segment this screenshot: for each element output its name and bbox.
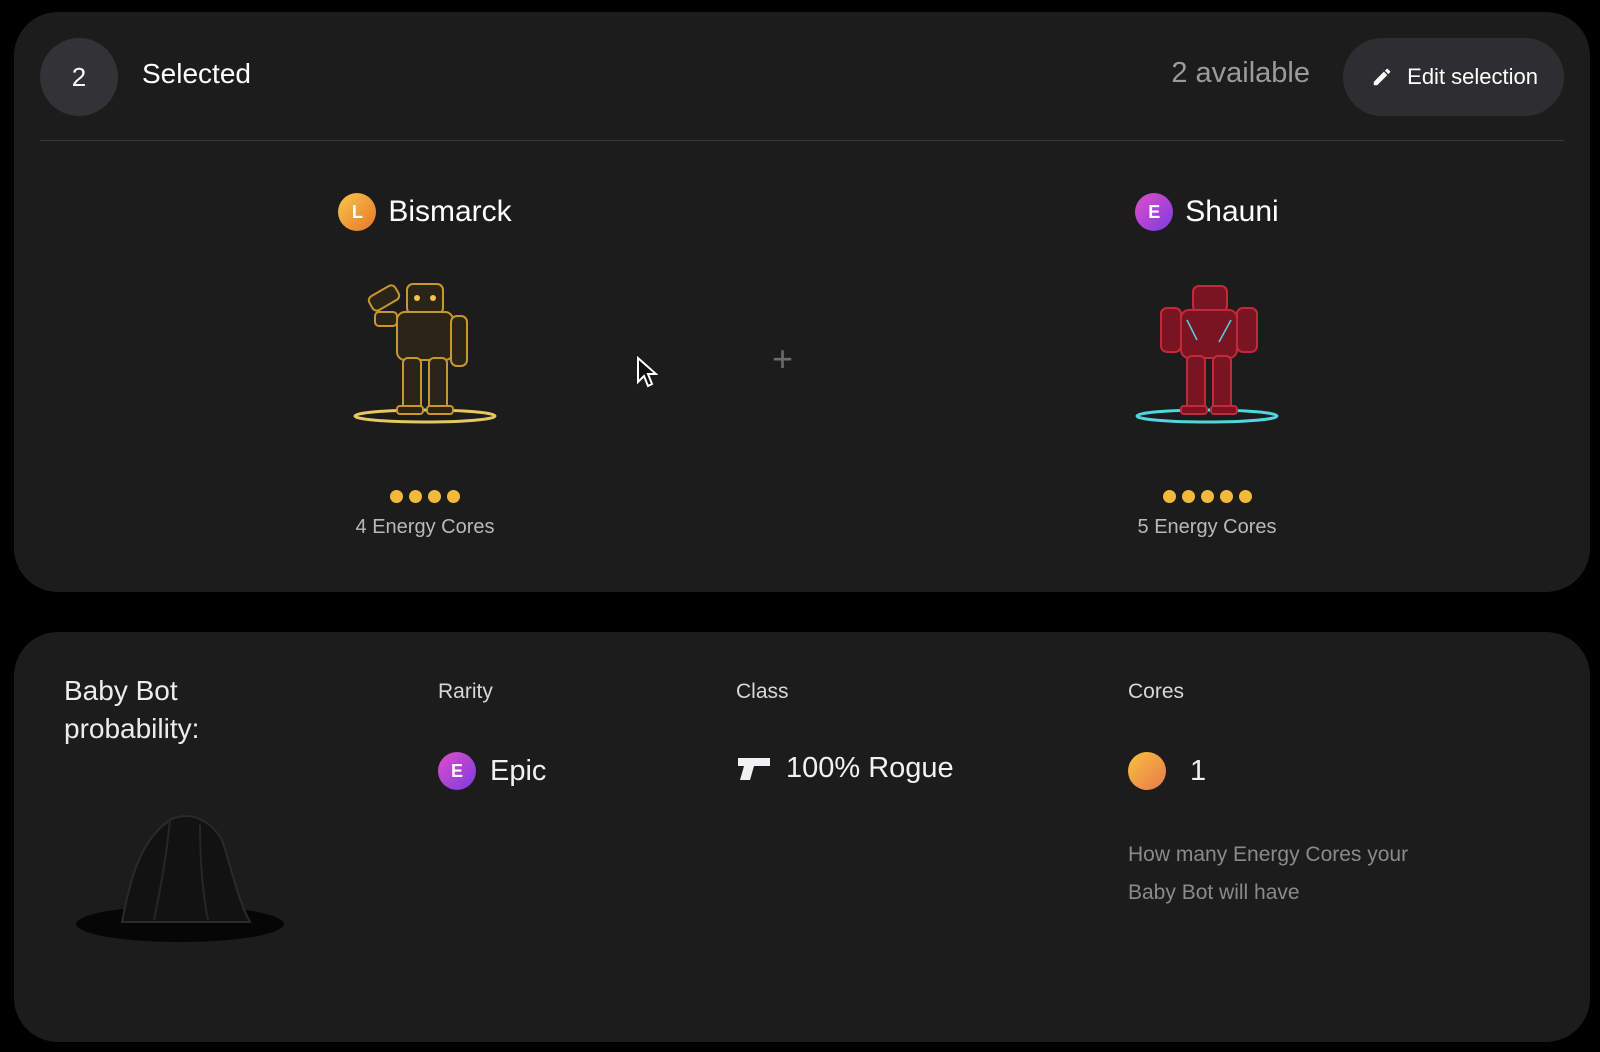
selection-panel: 2 Selected 2 available Edit selection L … bbox=[14, 12, 1590, 592]
selected-label: Selected bbox=[142, 58, 251, 89]
rarity-value-text: Epic bbox=[490, 754, 547, 787]
cores-value: 1 bbox=[1128, 752, 1206, 790]
energy-core-dot bbox=[428, 490, 441, 503]
energy-core-dot bbox=[1219, 490, 1233, 503]
robot-figure-icon bbox=[353, 283, 497, 424]
plus-icon: + bbox=[772, 338, 794, 379]
robot-figure-icon bbox=[1135, 285, 1279, 424]
covered-bot-icon bbox=[76, 815, 284, 942]
probability-panel: Baby Bot probability: Rarity Class Cores… bbox=[14, 632, 1590, 1042]
energy-core-dot bbox=[390, 490, 403, 503]
energy-cores-label: 5 Energy Cores bbox=[1137, 516, 1277, 538]
probability-title: Baby Bot probability: bbox=[64, 675, 200, 744]
bot-name: Bismarck bbox=[388, 195, 512, 228]
bot-card-shauni[interactable]: E Shauni 5 Energy Cores bbox=[1047, 192, 1367, 539]
energy-core-dot bbox=[447, 490, 460, 503]
cores-help-text: How many Energy Cores your Baby Bot will… bbox=[1128, 843, 1409, 904]
mouse-cursor-icon bbox=[637, 356, 658, 388]
cores-column-label: Cores bbox=[1128, 680, 1185, 703]
rarity-column-label: Rarity bbox=[438, 680, 493, 703]
edit-selection-button[interactable]: Edit selection bbox=[1343, 38, 1564, 116]
energy-cores-label: 4 Energy Cores bbox=[355, 516, 495, 538]
energy-core-dot bbox=[1181, 490, 1195, 503]
selected-count-badge: 2 bbox=[40, 38, 118, 116]
class-value-text: 100% Rogue bbox=[786, 752, 954, 784]
epic-rarity-icon: E bbox=[438, 752, 476, 790]
available-count-text: 2 available bbox=[1171, 57, 1310, 89]
pistol-icon bbox=[738, 757, 770, 780]
bot-name-row: L Bismarck bbox=[265, 192, 585, 232]
legendary-rarity-icon: L bbox=[338, 193, 377, 231]
class-value: 100% Rogue bbox=[736, 752, 954, 785]
rarity-value: E Epic bbox=[438, 752, 546, 790]
bot-name: Shauni bbox=[1185, 195, 1279, 228]
header-divider bbox=[40, 140, 1564, 141]
epic-rarity-icon: E bbox=[1135, 193, 1174, 231]
energy-core-dot bbox=[409, 490, 422, 503]
bot-card-bismarck[interactable]: L Bismarck 4 Energy Cores bbox=[265, 192, 585, 539]
energy-core-dots bbox=[1047, 490, 1367, 504]
bot-name-row: E Shauni bbox=[1047, 192, 1367, 232]
edit-selection-label: Edit selection bbox=[1407, 64, 1538, 89]
class-column-label: Class bbox=[736, 680, 789, 703]
cores-value-text: 1 bbox=[1190, 754, 1207, 787]
energy-core-icon bbox=[1128, 752, 1166, 790]
energy-core-dot bbox=[1162, 490, 1176, 503]
energy-core-dot bbox=[1200, 490, 1214, 503]
pencil-icon bbox=[1373, 68, 1391, 86]
energy-core-dots bbox=[265, 490, 585, 504]
energy-core-dot bbox=[1238, 490, 1252, 503]
